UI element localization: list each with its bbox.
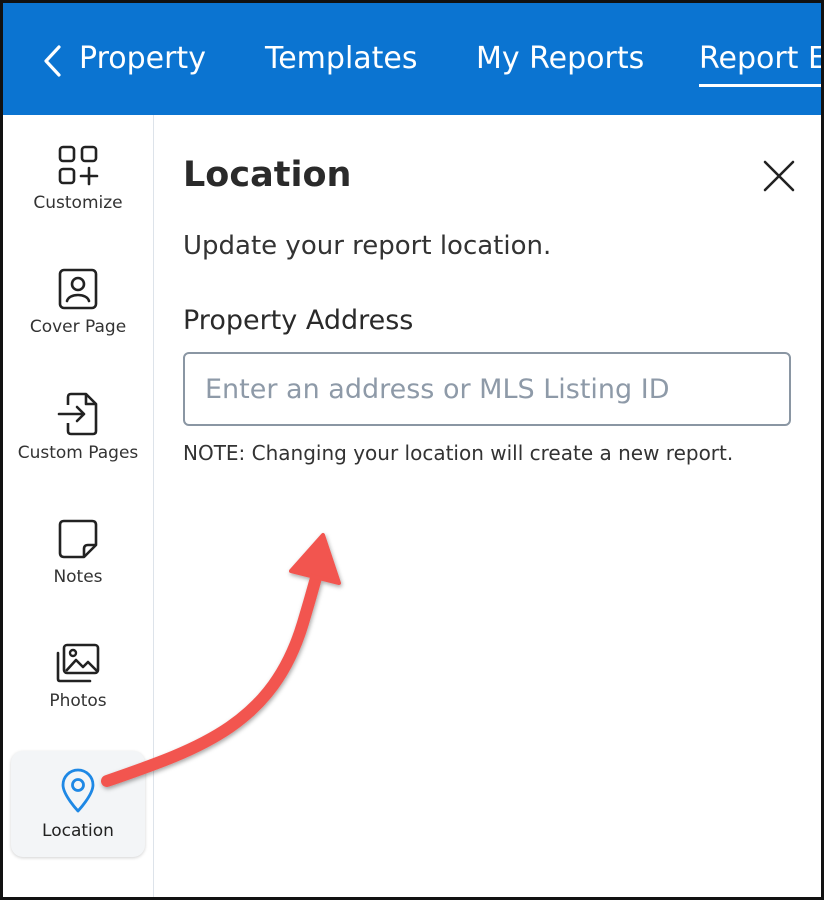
chevron-left-icon	[44, 45, 61, 77]
nav-tab-property[interactable]: Property	[79, 41, 206, 76]
sidebar-item-notes[interactable]: Notes	[11, 517, 145, 621]
sidebar: Customize Cover Page Custom Pages Notes …	[3, 115, 154, 897]
user-card-icon	[58, 268, 98, 310]
sidebar-item-photos[interactable]: Photos	[11, 641, 145, 745]
nav-tab-report-editor[interactable]: Report Ed	[699, 41, 821, 76]
sidebar-item-custom-pages[interactable]: Custom Pages	[11, 391, 145, 495]
sidebar-item-label: Customize	[33, 193, 123, 213]
close-button[interactable]	[761, 158, 797, 194]
nav-tab-my-reports[interactable]: My Reports	[476, 41, 644, 76]
top-navigation-bar: Property Templates My Reports Report Ed	[3, 3, 821, 115]
file-import-icon	[57, 392, 98, 436]
back-button[interactable]	[39, 43, 67, 79]
panel-description: Update your report location.	[183, 231, 552, 261]
grid-plus-icon	[58, 145, 99, 186]
app-window: Property Templates My Reports Report Ed …	[0, 0, 824, 900]
sidebar-item-cover-page[interactable]: Cover Page	[11, 267, 145, 371]
sticky-note-icon	[58, 519, 98, 559]
photos-icon	[56, 643, 100, 683]
sidebar-item-label: Location	[42, 821, 114, 841]
map-pin-icon	[61, 768, 95, 813]
sidebar-item-label: Notes	[53, 567, 103, 587]
property-address-input[interactable]	[183, 352, 791, 426]
panel-title: Location	[183, 155, 352, 195]
property-address-label: Property Address	[183, 305, 414, 336]
sidebar-item-customize[interactable]: Customize	[11, 143, 145, 247]
nav-tab-templates[interactable]: Templates	[265, 41, 418, 76]
active-tab-indicator	[699, 84, 821, 87]
sidebar-item-label: Custom Pages	[17, 443, 139, 463]
close-icon	[763, 160, 795, 192]
sidebar-item-location[interactable]: Location	[11, 751, 145, 857]
location-change-note: NOTE: Changing your location will create…	[183, 441, 734, 465]
sidebar-item-label: Cover Page	[29, 317, 127, 337]
sidebar-item-label: Photos	[49, 691, 107, 711]
